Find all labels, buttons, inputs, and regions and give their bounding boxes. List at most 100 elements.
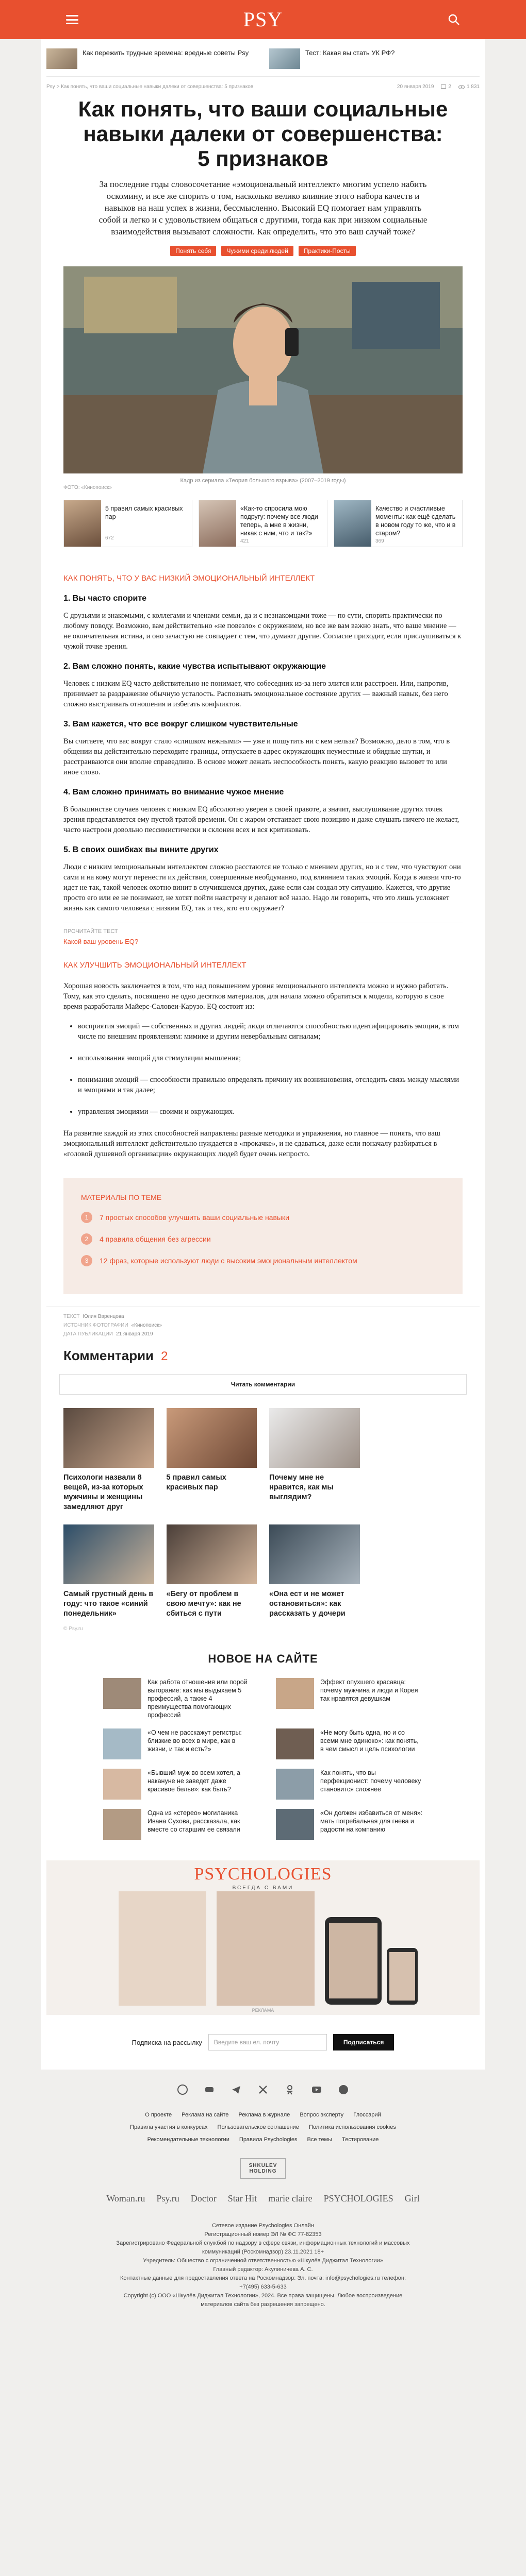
read-also-link[interactable]: Какой ваш уровень EQ? xyxy=(63,938,463,945)
new-item-image xyxy=(103,1769,141,1800)
brand-logo[interactable]: Star Hit xyxy=(228,2193,257,2204)
materials-heading: Материалы по теме xyxy=(81,1193,162,1201)
point-title: 2. Вам сложно понять, какие чувства испы… xyxy=(63,662,326,671)
point-title: 4. Вам сложно принимать во внимание чужо… xyxy=(63,788,284,796)
related-image xyxy=(166,1524,257,1584)
paragraph: Люди с низким эмоциональным интеллектом … xyxy=(63,863,461,912)
footer-link[interactable]: Тестирование xyxy=(342,2137,379,2143)
new-item[interactable]: Как работа отношения или порой выгорание… xyxy=(103,1678,250,1719)
related-item[interactable]: «Она ест и не может остановиться»: как р… xyxy=(269,1524,360,1619)
image-caption: Кадр из сериала «Теория большого взрыва»… xyxy=(180,478,346,484)
menu-icon[interactable] xyxy=(66,13,78,26)
ad-slot xyxy=(372,1524,463,1619)
related-item[interactable]: Почему мне не нравится, как мы выглядим? xyxy=(269,1408,360,1512)
search-icon[interactable] xyxy=(448,13,460,26)
new-item-title: «Бывший муж во всем хотел, а накануне не… xyxy=(147,1769,240,1793)
brand-logo[interactable]: marie claire xyxy=(268,2193,312,2204)
material-number: 3 xyxy=(81,1255,92,1266)
footer-link[interactable]: Вопрос эксперту xyxy=(300,2112,343,2118)
pinterest-icon[interactable] xyxy=(177,2084,188,2095)
youtube-icon[interactable] xyxy=(311,2084,322,2095)
card-title: «Как-то спросила мою подругу: почему все… xyxy=(240,505,318,537)
subscribe-button[interactable]: Подписаться xyxy=(333,2034,395,2050)
article-credits: Текст Юлия Варенцова Источник фотографии «… xyxy=(46,1307,480,1338)
promo-item[interactable]: Как пережить трудные времена: вредные со… xyxy=(46,48,257,69)
related-image xyxy=(166,1408,257,1468)
holding-logo[interactable]: SHKULEV HOLDING xyxy=(240,2158,286,2179)
new-item-title: Эффект опухшего красавца: почему мужчина… xyxy=(320,1679,418,1702)
material-number: 1 xyxy=(81,1212,92,1223)
new-item-title: Как работа отношения или порой выгорание… xyxy=(147,1679,248,1719)
related-item[interactable]: 5 правил самых красивых пар xyxy=(166,1408,257,1512)
vk-icon[interactable] xyxy=(204,2084,215,2095)
banner-subtitle: ВСЕГДА С ВАМИ xyxy=(232,1885,294,1891)
material-link[interactable]: 2 4 правила общения без агрессии xyxy=(81,1233,445,1245)
related-item[interactable]: Психологи назвали 8 вещей, из-за которых… xyxy=(63,1408,154,1512)
related-image xyxy=(63,1524,154,1584)
read-comments-button[interactable]: Читать комментарии xyxy=(59,1374,467,1395)
brand-logo[interactable]: PSYCHOLOGIES xyxy=(324,2193,393,2204)
footer-link[interactable]: О проекте xyxy=(145,2112,172,2118)
brand-logo[interactable]: Doctor xyxy=(191,2193,217,2204)
dzen-icon[interactable] xyxy=(338,2084,349,2095)
new-item[interactable]: Одна из «стерео» могиланика Ивана Сухова… xyxy=(103,1809,250,1840)
material-link[interactable]: 1 7 простых способов улучшить ваши социал… xyxy=(81,1212,445,1223)
footer-link[interactable]: Все темы xyxy=(307,2137,333,2143)
odnoklassniki-icon[interactable] xyxy=(284,2084,295,2095)
promo-row: Как пережить трудные времена: вредные со… xyxy=(46,39,480,77)
read-also-label: Прочитайте тест xyxy=(63,928,118,935)
promo-item[interactable]: Тест: Какая вы стать УК РФ? xyxy=(269,48,480,69)
promo-thumbnail xyxy=(269,48,300,69)
tag[interactable]: Понять себя xyxy=(170,246,217,256)
newsletter: Подписка на рассылку Введите ваш ел. поч… xyxy=(46,2015,480,2070)
footer-link[interactable]: Правила участия в конкурсах xyxy=(130,2124,207,2130)
tag[interactable]: Практики-Посты xyxy=(298,246,356,256)
recommended-card[interactable]: «Как-то спросила мою подругу: почему все… xyxy=(199,500,327,547)
footer-link[interactable]: Рекомендательные технологии xyxy=(147,2137,229,2143)
new-item-image xyxy=(103,1809,141,1840)
email-field[interactable]: Введите ваш ел. почту xyxy=(208,2034,327,2050)
footer-link[interactable]: Реклама в журнале xyxy=(238,2112,290,2118)
new-on-site-title: Новое на сайте xyxy=(208,1652,318,1665)
card-views: 672 xyxy=(105,535,114,541)
new-item[interactable]: Как понять, что вы перфекционист: почему… xyxy=(276,1769,423,1800)
related-title: Самый грустный день в году: что такое «с… xyxy=(63,1590,154,1618)
tag[interactable]: Чужими среди людей xyxy=(221,246,293,256)
new-item[interactable]: «Он должен избавиться от меня»: мать пог… xyxy=(276,1809,423,1840)
card-views: 421 xyxy=(240,538,249,544)
paragraph: Человек с низким EQ часто действительно … xyxy=(63,680,449,708)
brand-logo[interactable]: Girl xyxy=(405,2193,420,2204)
related-item[interactable]: Самый грустный день в году: что такое «с… xyxy=(63,1524,154,1619)
recommended-card[interactable]: Качество и счастливые моменты: как ещё с… xyxy=(334,500,463,547)
site-logo[interactable]: PSY xyxy=(243,7,283,31)
legal-line: Copyright (c) ООО «Шкулёв Диджитал Техно… xyxy=(123,2293,403,2308)
top-bar: PSY xyxy=(0,0,526,39)
footer-link[interactable]: Пользовательское соглашение xyxy=(218,2124,299,2130)
material-link[interactable]: 3 12 фраз, которые используют люди с высо… xyxy=(81,1255,445,1266)
x-icon[interactable] xyxy=(257,2084,269,2095)
new-item[interactable]: Эффект опухшего красавца: почему мужчина… xyxy=(276,1678,423,1719)
comments-count[interactable]: 2 xyxy=(441,84,451,90)
main-column: Как пережить трудные времена: вредные со… xyxy=(41,39,485,2070)
footer-link[interactable]: Политика использования cookies xyxy=(309,2124,396,2130)
recommended-card[interactable]: 5 правил самых красивых пар 672 xyxy=(63,500,192,547)
breadcrumb[interactable]: Psy > Как понять, что ваши социальные на… xyxy=(46,84,253,90)
material-title: 4 правила общения без агрессии xyxy=(100,1235,211,1243)
magazine-banner[interactable]: PSYCHOLOGIES ВСЕГДА С ВАМИ РЕКЛАМА xyxy=(46,1860,480,2015)
related-item[interactable]: «Бегу от проблем в свою мечту»: как не с… xyxy=(166,1524,257,1619)
new-item-image xyxy=(276,1809,314,1840)
brand-logos: Woman.ru Psy.ru Doctor Star Hit marie cl… xyxy=(0,2187,526,2222)
footer-link[interactable]: Глоссарий xyxy=(353,2112,381,2118)
new-item[interactable]: «Не могу быть одна, но и со всеми мне од… xyxy=(276,1728,423,1759)
footer-link[interactable]: Правила Psychologies xyxy=(239,2137,298,2143)
photo-credit: ФОТО: «Кинопоиск» xyxy=(63,485,112,490)
brand-logo[interactable]: Woman.ru xyxy=(106,2193,145,2204)
brand-logo[interactable]: Psy.ru xyxy=(156,2193,179,2204)
telegram-icon[interactable] xyxy=(231,2084,242,2095)
new-item[interactable]: «О чем не расскажут регистры: близкие во… xyxy=(103,1728,250,1759)
point-title: 5. В своих ошибках вы вините других xyxy=(63,845,219,854)
new-item[interactable]: «Бывший муж во всем хотел, а накануне не… xyxy=(103,1769,250,1800)
paragraph: В большинстве случаев человек с низким E… xyxy=(63,805,459,834)
related-grid: Психологи назвали 8 вещей, из-за которых… xyxy=(46,1408,480,1619)
footer-link[interactable]: Реклама на сайте xyxy=(182,2112,228,2118)
